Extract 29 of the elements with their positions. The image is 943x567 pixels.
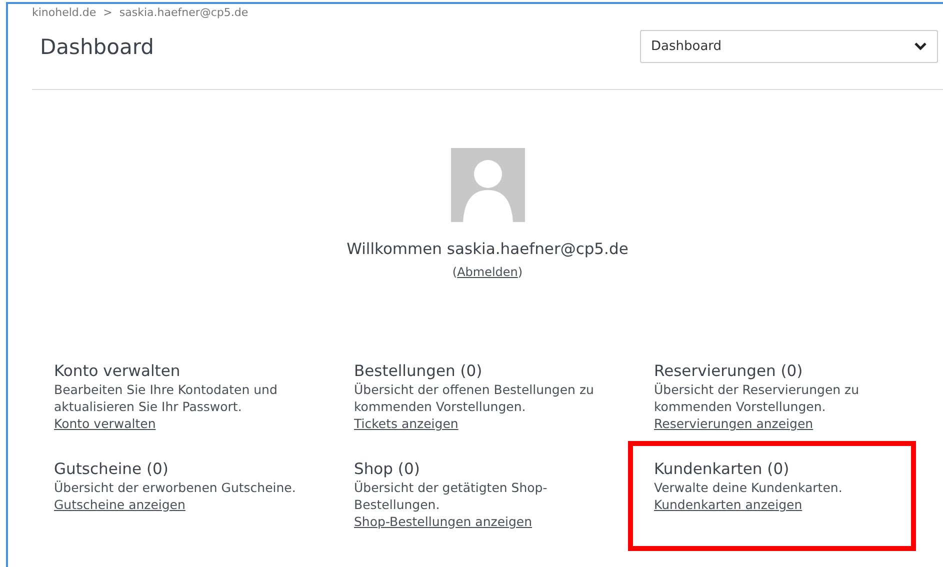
card-title: Kundenkarten (0) bbox=[654, 458, 790, 479]
card-title: Gutscheine (0) bbox=[54, 458, 170, 479]
chevron-down-icon bbox=[914, 42, 927, 51]
paren: ) bbox=[518, 265, 523, 280]
card-link[interactable]: Konto verwalten bbox=[54, 416, 156, 432]
card-title: Bestellungen (0) bbox=[354, 361, 484, 382]
card-title: Shop (0) bbox=[354, 458, 421, 479]
card-description: Übersicht der getätigten Shop-Bestellungen. bbox=[354, 478, 548, 513]
logout-link[interactable]: Abmelden bbox=[457, 265, 518, 280]
card-link[interactable]: Shop-Bestellungen anzeigen bbox=[354, 514, 532, 529]
page-title: Dashboard bbox=[40, 35, 154, 60]
card-link[interactable]: Reservierungen anzeigen bbox=[654, 416, 814, 432]
breadcrumb-separator: > bbox=[103, 7, 112, 19]
breadcrumb-item[interactable]: kinoheld.de bbox=[32, 7, 96, 19]
card-link[interactable]: Tickets anzeigen bbox=[354, 416, 458, 432]
paren: ( bbox=[452, 265, 458, 280]
select-value: Dashboard bbox=[651, 38, 722, 56]
card-description: Übersicht der offenen Bestellungen zu kommenden Vorstellungen. bbox=[354, 381, 595, 416]
card-link[interactable]: Kundenkarten anzeigen bbox=[654, 496, 802, 512]
card-title: Reservierungen (0) bbox=[654, 361, 804, 382]
page-select[interactable]: Dashboard bbox=[640, 30, 938, 63]
card-title: Konto verwalten bbox=[54, 361, 182, 382]
card-link[interactable]: Gutscheine anzeigen bbox=[54, 496, 186, 512]
card-description: Übersicht der Reservierungen zu kommenden Vorstellungen. bbox=[654, 381, 860, 416]
card-description: Verwalte deine Kundenkarten. bbox=[654, 478, 844, 496]
welcome-text: Willkommen saskia.haefner@cp5.de bbox=[346, 239, 628, 260]
card-description: Bearbeiten Sie Ihre Kontodaten und aktualisieren Sie Ihr Passwort. bbox=[54, 381, 278, 416]
card-description: Übersicht der erworbenen Gutscheine. bbox=[54, 478, 297, 496]
breadcrumb-item[interactable]: saskia.haefner@cp5.de bbox=[119, 7, 248, 19]
